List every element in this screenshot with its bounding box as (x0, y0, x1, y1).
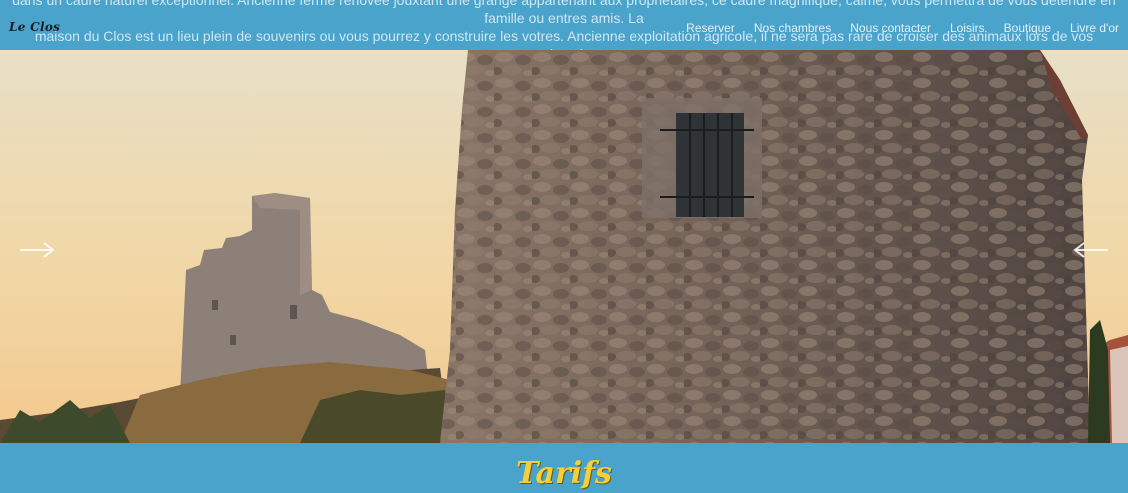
nav-menu: Reserver Nos chambres Nous contacter Loi… (686, 21, 1119, 35)
carousel-prev-button[interactable] (18, 238, 58, 262)
nav-item-nos-chambres[interactable]: Nos chambres (754, 21, 831, 35)
hero-image (0, 50, 1128, 443)
nav-item-loisirs[interactable]: Loisirs (950, 21, 985, 35)
brand-logo[interactable]: Le Clos (9, 20, 60, 34)
nav-item-livre-dor[interactable]: Livre d'or (1070, 21, 1119, 35)
nav-item-nous-contacter[interactable]: Nous contacter (850, 21, 931, 35)
nav-item-reserver[interactable]: Reserver (686, 21, 735, 35)
carousel-next-button[interactable] (1070, 238, 1110, 262)
nav-item-boutique[interactable]: Boutique (1004, 21, 1051, 35)
top-navbar: dans un cadre naturel exceptionnel. Anci… (0, 0, 1128, 50)
arrow-left-icon (1073, 242, 1108, 258)
hero-carousel (0, 50, 1128, 443)
section-title-tarifs: Tarifs (516, 456, 612, 491)
arrow-right-icon (20, 242, 55, 258)
